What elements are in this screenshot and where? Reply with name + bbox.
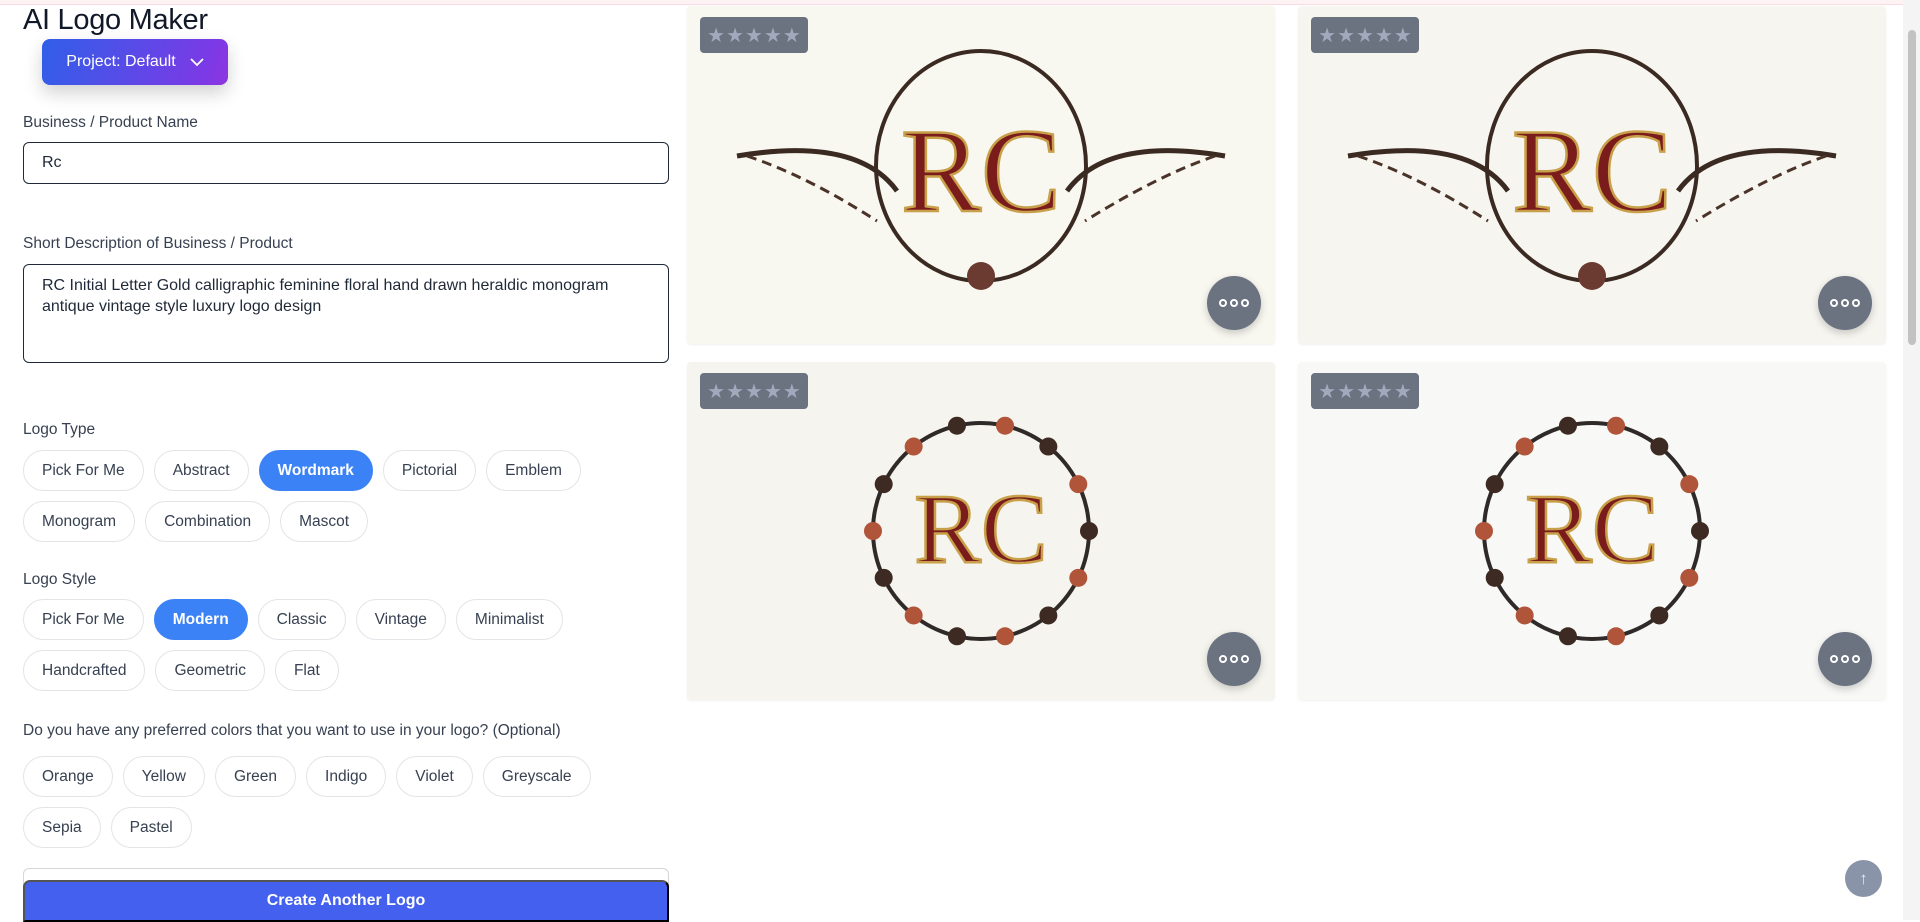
option-chip[interactable]: Vintage [355,599,446,640]
option-chip[interactable]: Indigo [306,756,387,797]
star-icon[interactable]: ★ [1356,23,1374,48]
option-chip[interactable]: Wordmark [258,450,373,491]
option-chip[interactable]: Classic [257,599,346,640]
more-options-button[interactable] [1207,632,1261,686]
option-chip[interactable]: Geometric [155,650,265,691]
page-title: AI Logo Maker [23,4,208,36]
logo-result-card[interactable]: RC ★ ★ ★ ★ ★ [1298,362,1886,700]
logo-result-card[interactable]: RC ★ ★ ★ ★ ★ [687,6,1275,344]
option-chip[interactable]: Modern [153,599,248,640]
star-icon[interactable]: ★ [726,23,744,48]
star-icon[interactable]: ★ [764,379,782,404]
monogram-text: RC [1525,473,1658,584]
chevron-down-icon [190,57,204,66]
scroll-to-top-button[interactable]: ↑ [1845,860,1882,897]
logo-image: RC [864,416,1098,646]
project-dropdown-button[interactable]: Project: Default [42,39,228,85]
star-icon[interactable]: ★ [726,379,744,404]
rating-stars[interactable]: ★ ★ ★ ★ ★ [700,373,808,409]
option-chip[interactable]: Pictorial [382,450,477,491]
create-another-logo-button[interactable]: Create Another Logo [23,880,669,922]
logo-style-label: Logo Style [23,571,97,588]
logo-result-card[interactable]: RC ★ ★ ★ ★ ★ [687,362,1275,700]
option-chip[interactable]: Greyscale [482,756,591,797]
star-icon[interactable]: ★ [783,379,801,404]
business-name-input[interactable] [23,142,669,184]
option-chip[interactable]: Minimalist [455,599,563,640]
star-icon[interactable]: ★ [1375,23,1393,48]
description-textarea[interactable]: RC Initial Letter Gold calligraphic femi… [23,264,669,363]
rating-stars[interactable]: ★ ★ ★ ★ ★ [700,17,808,53]
monogram-text: RC [1512,104,1672,237]
option-chip[interactable]: Monogram [23,501,136,542]
option-chip[interactable]: Pick For Me [23,599,144,640]
star-icon[interactable]: ★ [1394,23,1412,48]
logo-image: RC [1347,49,1837,290]
option-chip[interactable]: Green [214,756,297,797]
option-chip[interactable]: Violet [396,756,473,797]
logo-type-options: Pick For Me Abstract Wordmark Pictorial Embl… [23,450,669,542]
option-chip[interactable]: Emblem [486,450,581,491]
logo-image: RC [736,49,1226,290]
rating-stars[interactable]: ★ ★ ★ ★ ★ [1311,373,1419,409]
option-chip[interactable]: Handcrafted [23,650,146,691]
color-options: Orange Yellow Green Indigo Violet Greyscale Se… [23,756,669,848]
star-icon[interactable]: ★ [1337,379,1355,404]
scrollbar[interactable] [1903,0,1920,920]
option-chip[interactable]: Yellow [122,756,205,797]
option-chip[interactable]: Pastel [110,807,192,848]
star-icon[interactable]: ★ [1394,379,1412,404]
star-icon[interactable]: ★ [783,23,801,48]
logo-type-label: Logo Type [23,421,96,438]
option-chip[interactable]: Sepia [23,807,101,848]
rating-stars[interactable]: ★ ★ ★ ★ ★ [1311,17,1419,53]
top-border [0,0,1920,5]
logo-style-options: Pick For Me Modern Classic Vintage Minimalis… [23,599,669,691]
more-options-button[interactable] [1818,276,1872,330]
star-icon[interactable]: ★ [1318,23,1336,48]
logo-image: RC [1475,416,1709,646]
star-icon[interactable]: ★ [745,23,763,48]
project-label: Project: Default [66,53,176,70]
star-icon[interactable]: ★ [1337,23,1355,48]
star-icon[interactable]: ★ [707,23,725,48]
star-icon[interactable]: ★ [1356,379,1374,404]
more-options-button[interactable] [1818,632,1872,686]
arrow-up-icon: ↑ [1859,868,1868,888]
star-icon[interactable]: ★ [745,379,763,404]
option-chip[interactable]: Mascot [280,501,369,542]
star-icon[interactable]: ★ [1375,379,1393,404]
description-label: Short Description of Business / Product [23,235,293,252]
star-icon[interactable]: ★ [764,23,782,48]
option-chip[interactable]: Orange [23,756,113,797]
name-label: Business / Product Name [23,114,198,131]
option-chip[interactable]: Pick For Me [23,450,144,491]
star-icon[interactable]: ★ [1318,379,1336,404]
option-chip[interactable]: Abstract [153,450,249,491]
monogram-text: RC [901,104,1061,237]
option-chip[interactable]: Flat [274,650,339,691]
logo-result-card[interactable]: RC ★ ★ ★ ★ ★ [1298,6,1886,344]
star-icon[interactable]: ★ [707,379,725,404]
option-chip[interactable]: Combination [145,501,271,542]
monogram-text: RC [914,473,1047,584]
scrollbar-thumb[interactable] [1908,30,1916,345]
colors-label: Do you have any preferred colors that yo… [23,722,561,739]
more-options-button[interactable] [1207,276,1261,330]
